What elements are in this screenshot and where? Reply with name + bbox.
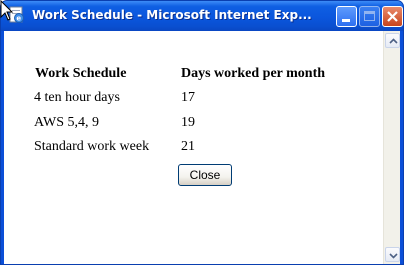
page-content-area: Work Schedule Days worked per month 4 te… [4,31,400,264]
minimize-icon [342,19,350,22]
column-header-days-worked: Days worked per month [181,66,326,81]
close-window-button[interactable] [382,6,403,27]
vertical-scrollbar[interactable] [383,31,400,264]
schedule-page: Work Schedule Days worked per month 4 te… [4,31,382,264]
table-cell-days: 21 [181,139,195,154]
table-cell-schedule: AWS 5,4, 9 [34,115,99,130]
scroll-down-button[interactable] [385,247,400,262]
minimize-button[interactable] [336,6,357,27]
title-bar[interactable]: e Work Schedule - Microsoft Internet Exp… [1,1,403,31]
maximize-button[interactable] [359,6,380,27]
chevron-down-icon [389,253,398,259]
browser-popup-window: e Work Schedule - Microsoft Internet Exp… [0,0,404,265]
chevron-up-icon [389,38,398,44]
table-cell-schedule: Standard work week [34,139,150,154]
svg-text:e: e [16,15,21,23]
window-title: Work Schedule - Microsoft Internet Exp..… [32,8,312,22]
scroll-up-button[interactable] [385,33,400,48]
maximize-icon [364,11,375,21]
table-cell-days: 17 [181,90,195,105]
column-header-work-schedule: Work Schedule [35,66,127,81]
close-icon [387,11,398,22]
close-button[interactable]: Close [178,164,232,186]
table-cell-schedule: 4 ten hour days [34,90,120,105]
table-cell-days: 19 [181,115,195,130]
mouse-cursor-icon [0,0,14,21]
